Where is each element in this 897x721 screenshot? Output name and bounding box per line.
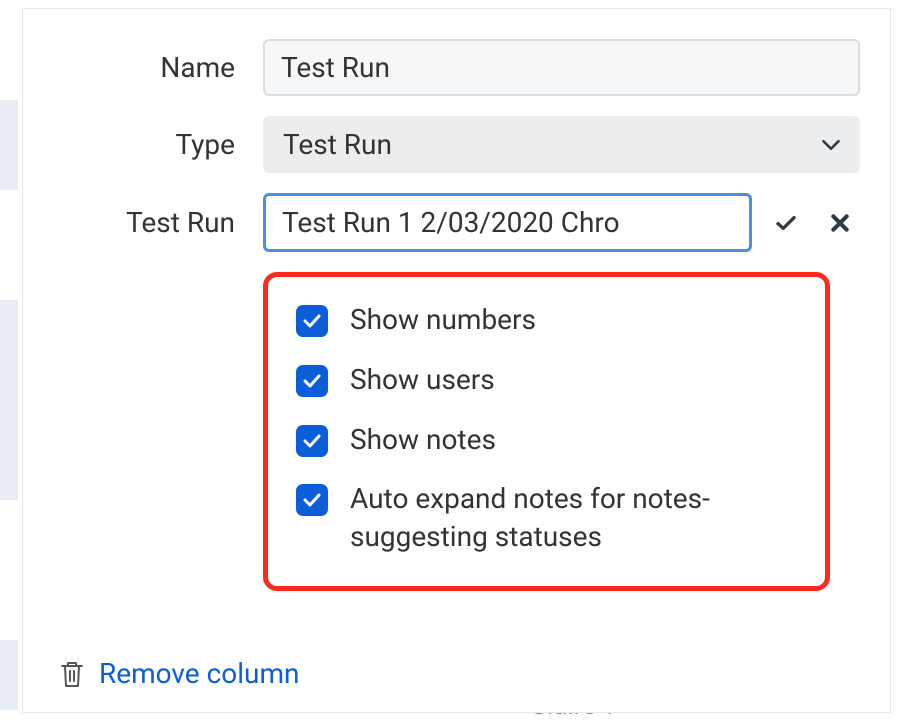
show-users-label: Show users <box>350 361 495 399</box>
column-settings-panel: Name Type Test Run Test Run <box>22 8 891 713</box>
show-numbers-label: Show numbers <box>350 301 536 339</box>
testrun-input[interactable] <box>263 193 752 252</box>
background-stripe <box>0 100 18 190</box>
show-notes-checkbox[interactable] <box>296 425 328 457</box>
check-icon <box>776 211 796 235</box>
auto-expand-notes-label: Auto expand notes for notes-suggesting s… <box>350 480 797 556</box>
show-numbers-checkbox[interactable] <box>296 305 328 337</box>
auto-expand-notes-checkbox[interactable] <box>296 484 328 516</box>
remove-column-link[interactable]: Remove column <box>59 657 299 690</box>
background-stripe <box>0 640 18 710</box>
check-icon <box>303 434 321 448</box>
close-icon <box>830 211 850 235</box>
remove-column-label: Remove column <box>99 657 299 690</box>
name-input[interactable] <box>263 39 860 96</box>
type-row: Type Test Run <box>53 116 860 173</box>
trash-icon <box>59 659 85 689</box>
testrun-row: Test Run <box>53 193 860 252</box>
check-icon <box>303 493 321 507</box>
type-select-value: Test Run <box>283 128 392 161</box>
options-highlight: Show numbers Show users Show notes <box>263 272 830 591</box>
name-row: Name <box>53 39 860 96</box>
option-show-users: Show users <box>296 361 797 399</box>
cancel-button[interactable] <box>820 203 860 243</box>
show-users-checkbox[interactable] <box>296 365 328 397</box>
show-notes-label: Show notes <box>350 421 496 459</box>
option-auto-expand-notes: Auto expand notes for notes-suggesting s… <box>296 480 797 556</box>
type-label: Type <box>53 128 263 161</box>
option-show-numbers: Show numbers <box>296 301 797 339</box>
type-select[interactable]: Test Run <box>263 116 860 173</box>
chevron-down-icon <box>822 139 840 151</box>
check-icon <box>303 314 321 328</box>
option-show-notes: Show notes <box>296 421 797 459</box>
confirm-button[interactable] <box>766 203 806 243</box>
testrun-label: Test Run <box>53 206 263 239</box>
background-stripe <box>0 300 18 500</box>
check-icon <box>303 374 321 388</box>
name-label: Name <box>53 51 263 84</box>
